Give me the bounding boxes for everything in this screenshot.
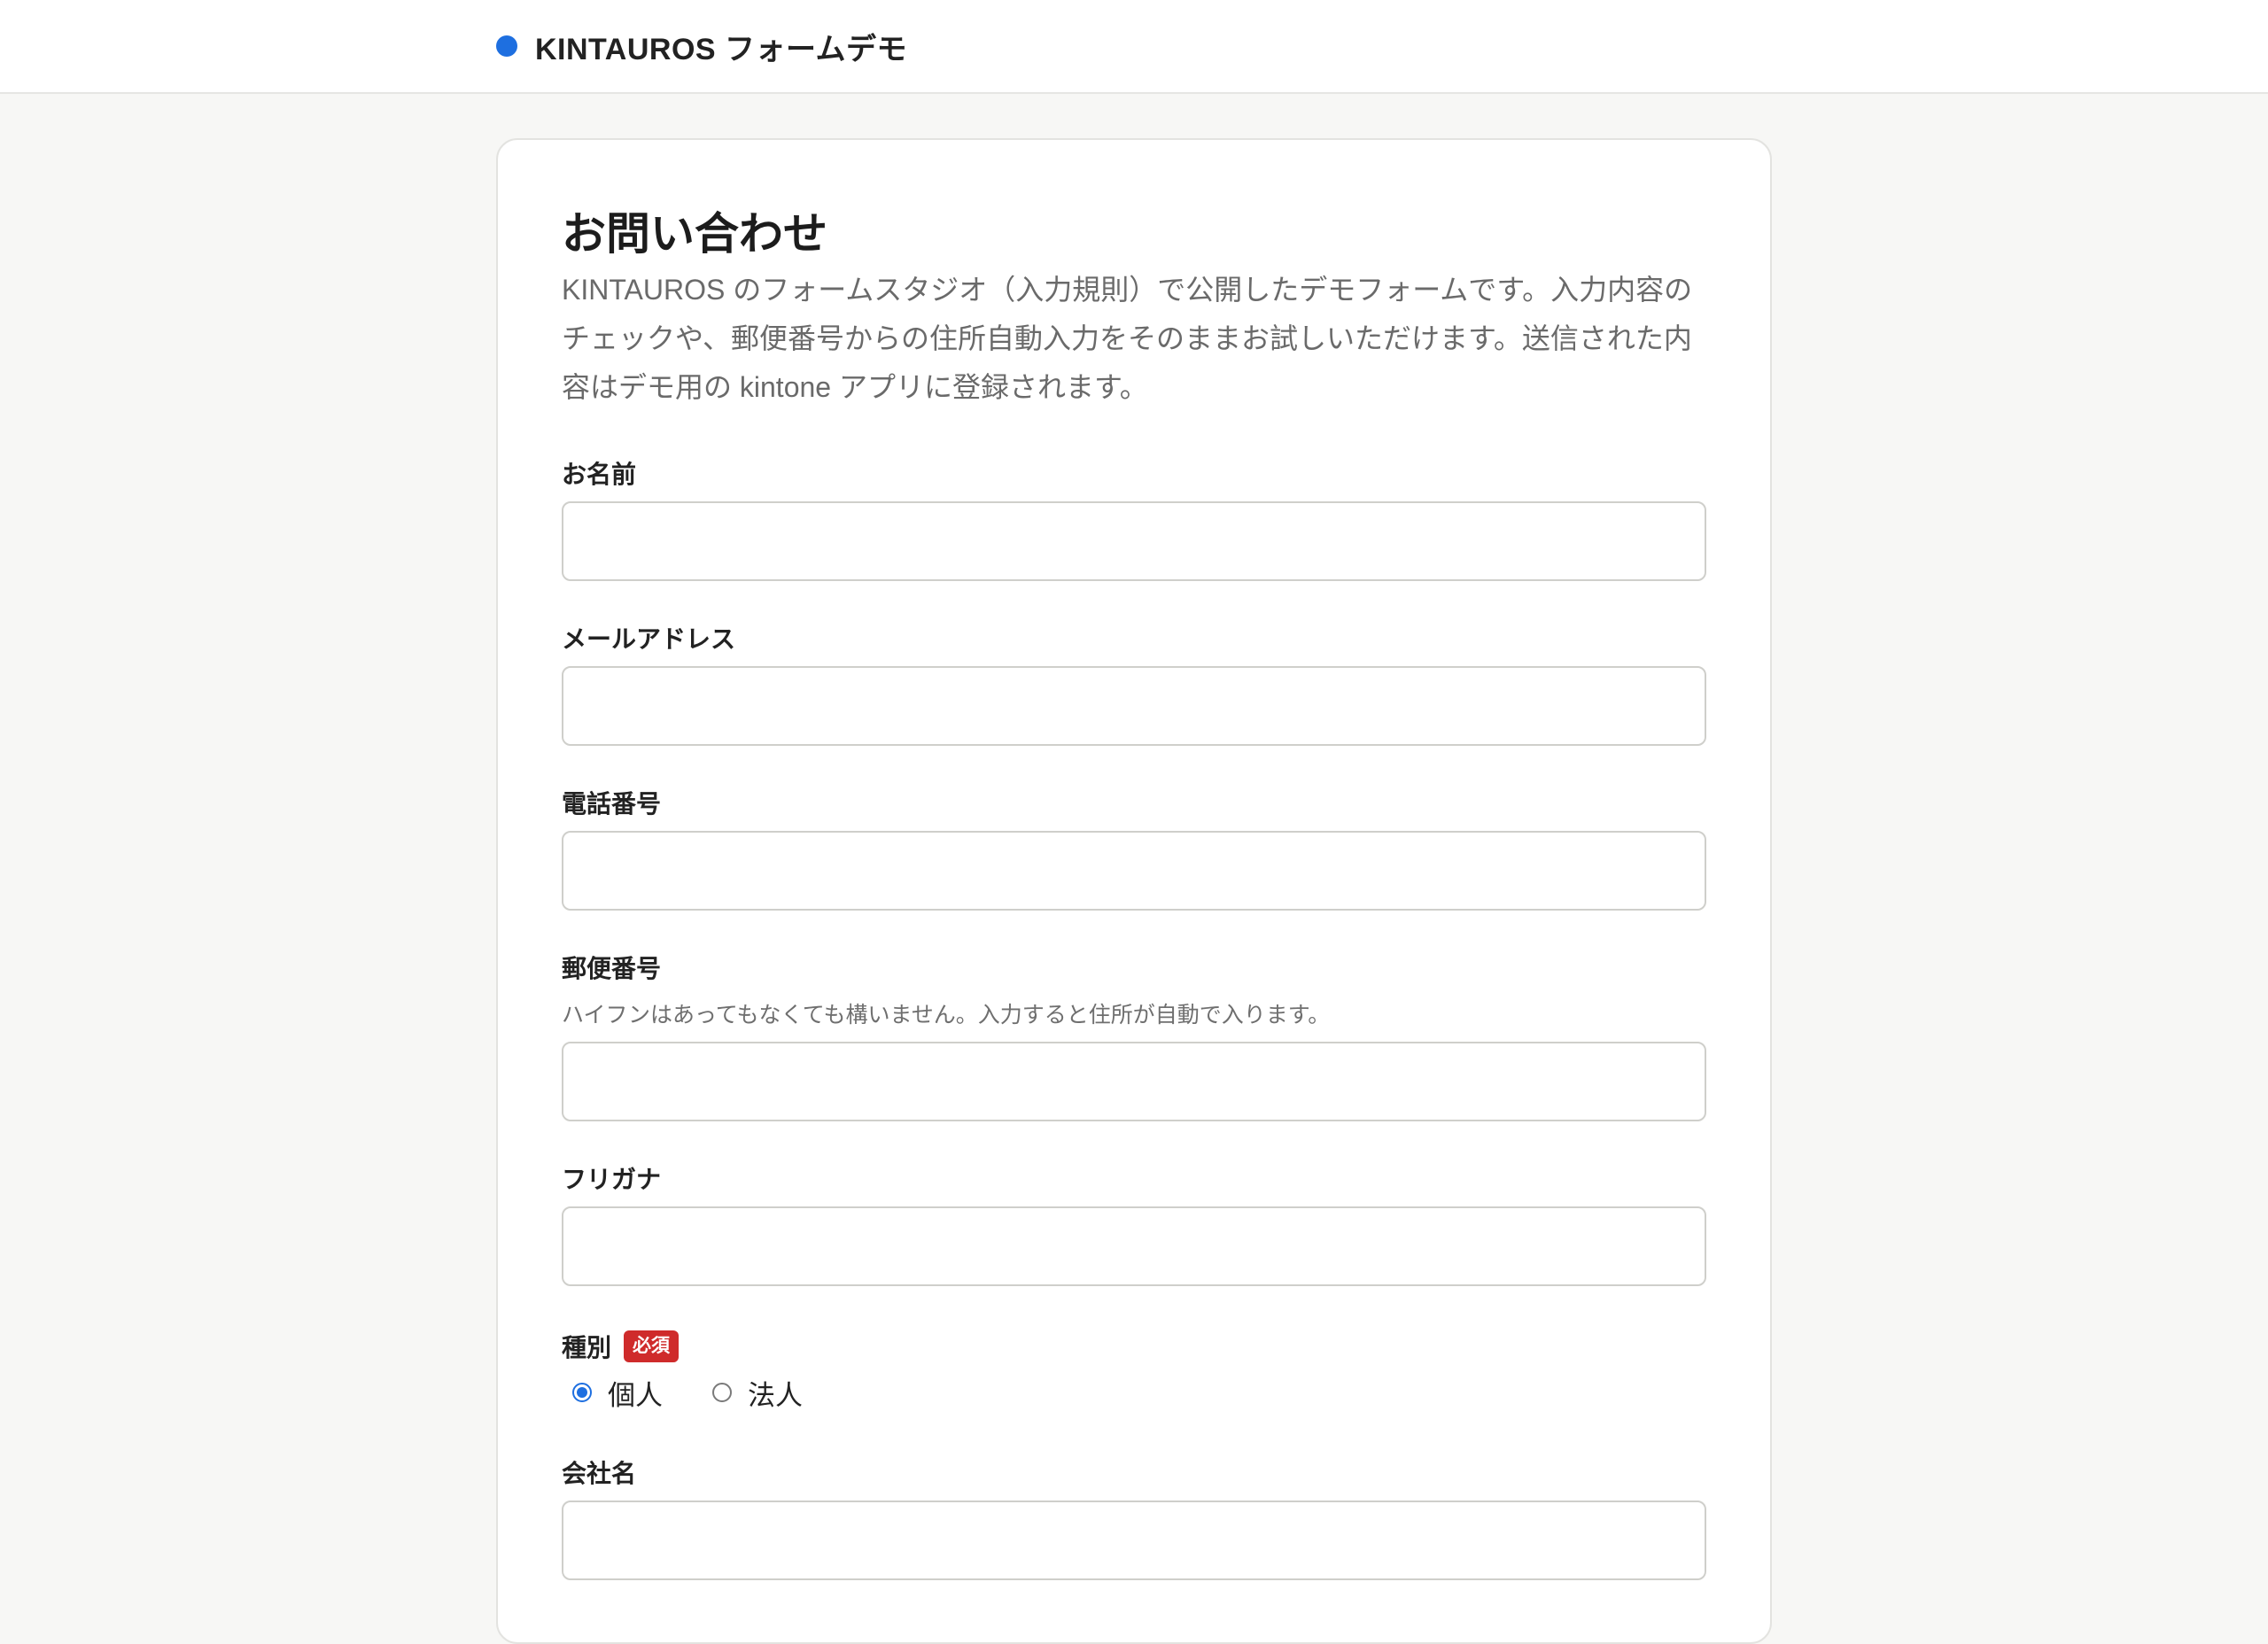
required-badge: 必須 — [624, 1330, 680, 1362]
company-input[interactable] — [562, 1501, 1706, 1580]
radio-individual[interactable] — [572, 1383, 592, 1402]
radio-corporate[interactable] — [712, 1383, 732, 1402]
radio-corporate-label[interactable]: 法人 — [748, 1373, 803, 1413]
brand-dot-icon — [496, 35, 517, 57]
name-label: お名前 — [562, 455, 636, 491]
form-title: お問い合わせ — [562, 209, 827, 259]
furigana-label-text: フリガナ — [562, 1166, 662, 1193]
company-label: 会社名 — [562, 1454, 636, 1490]
radio-option-corporate[interactable]: 法人 — [702, 1373, 803, 1413]
app-header: KINTAUROS フォームデモ — [0, 0, 2268, 94]
name-input[interactable] — [562, 501, 1706, 581]
postal-input[interactable] — [562, 1042, 1706, 1121]
furigana-label: フリガナ — [562, 1160, 661, 1196]
email-label: メールアドレス — [562, 620, 735, 655]
radio-option-individual[interactable]: 個人 — [562, 1373, 663, 1413]
postal-label: 郵便番号 — [562, 950, 661, 985]
brand-title: KINTAUROS フォームデモ — [535, 32, 908, 66]
phone-label: 電話番号 — [562, 785, 661, 820]
form-card: お問い合わせ KINTAUROS のフォームスタジオ（入力規則）で公開したデモフ… — [496, 138, 1772, 1644]
type-label-text: 種別 — [562, 1334, 612, 1361]
postal-hint: ハイフンはあってもなくても構いません。入力すると住所が自動で入ります。 — [562, 1003, 1331, 1028]
phone-label-text: 電話番号 — [562, 790, 662, 818]
phone-input[interactable] — [562, 831, 1706, 911]
email-label-text: メールアドレス — [562, 625, 736, 653]
furigana-input[interactable] — [562, 1206, 1706, 1286]
type-label: 種別 必須 — [562, 1329, 680, 1364]
company-label-text: 会社名 — [562, 1460, 637, 1487]
type-radio-group: 個人 法人 — [562, 1373, 842, 1412]
form-description: KINTAUROS のフォームスタジオ（入力規則）で公開したデモフォームです。入… — [562, 274, 1693, 403]
radio-individual-label[interactable]: 個人 — [608, 1373, 663, 1413]
brand: KINTAUROS フォームデモ — [496, 27, 907, 66]
postal-label-text: 郵便番号 — [562, 955, 662, 982]
email-input[interactable] — [562, 666, 1706, 746]
name-label-text: お名前 — [562, 461, 637, 488]
